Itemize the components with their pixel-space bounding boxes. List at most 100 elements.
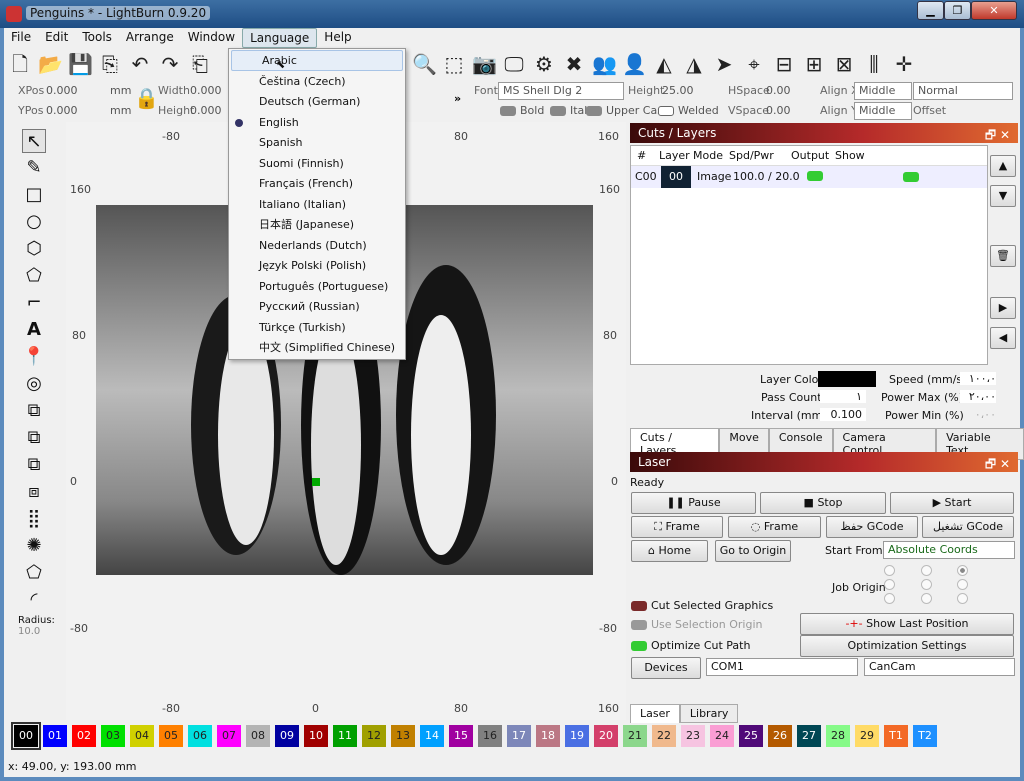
device-select[interactable]: CanCam [864, 658, 1015, 676]
new-file-icon[interactable]: 🗋 [8, 52, 32, 76]
group-icon[interactable]: 👥 [592, 52, 617, 76]
job-origin-radio[interactable] [884, 565, 895, 576]
position-tool-icon[interactable]: ⌐ [22, 291, 46, 315]
menu-item-french[interactable]: Français (French) [229, 174, 405, 195]
power-min-field[interactable]: ٠،٠٠ [960, 408, 996, 421]
arrow-left-icon[interactable]: ◀ [990, 327, 1016, 349]
user-icon[interactable]: 👤 [622, 52, 647, 76]
menu-language[interactable]: Language [242, 28, 318, 48]
palette-swatch-26[interactable]: 26 [768, 725, 792, 747]
menu-item-english[interactable]: English [229, 113, 405, 134]
text-tool-icon[interactable]: A [22, 318, 46, 342]
palette-swatch-13[interactable]: 13 [391, 725, 415, 747]
job-origin-radio[interactable] [957, 579, 969, 590]
menu-arrange[interactable]: Arrange [119, 28, 181, 48]
pause-button[interactable]: ❚❚ Pause [631, 492, 756, 514]
palette-swatch-08[interactable]: 08 [246, 725, 270, 747]
devices-button[interactable]: Devices [631, 657, 701, 679]
boolean-intersect-icon[interactable]: ⧉ [22, 453, 46, 477]
palette-swatch-05[interactable]: 05 [159, 725, 183, 747]
save-icon[interactable]: 💾 [68, 52, 93, 76]
start-from-select[interactable]: Absolute Coords [883, 541, 1015, 559]
dock-float-close-icon[interactable]: 🗗 ✕ [985, 126, 1010, 147]
dock-float-close-icon[interactable]: 🗗 ✕ [985, 455, 1010, 476]
job-origin-radio[interactable] [920, 593, 932, 604]
undo-icon[interactable]: ↶ [128, 52, 152, 76]
height-field[interactable]: 0.000 [190, 104, 222, 117]
menu-window[interactable]: Window [181, 28, 242, 48]
trash-icon[interactable]: 🗑 [990, 245, 1016, 267]
menu-tools[interactable]: Tools [75, 28, 119, 48]
menu-item-chinese[interactable]: 中文 (Simplified Chinese) [229, 338, 405, 359]
palette-swatch-22[interactable]: 22 [652, 725, 676, 747]
rectangle-tool-icon[interactable]: □ [22, 183, 46, 207]
palette-swatch-24[interactable]: 24 [710, 725, 734, 747]
pen-tool-icon[interactable]: ✎ [22, 156, 46, 180]
align-center-icon[interactable]: ⊞ [802, 52, 826, 76]
radius-tool-icon[interactable]: ◜ [22, 588, 46, 612]
palette-swatch-18[interactable]: 18 [536, 725, 560, 747]
menu-item-dutch[interactable]: Nederlands (Dutch) [229, 236, 405, 257]
menu-edit[interactable]: Edit [38, 28, 75, 48]
palette-swatch-28[interactable]: 28 [826, 725, 850, 747]
aligny-select[interactable]: Middle [854, 102, 912, 120]
stop-button[interactable]: ■ Stop [760, 492, 886, 514]
menu-item-polish[interactable]: Język Polski (Polish) [229, 256, 405, 277]
minimize-button[interactable]: ▁ [917, 1, 944, 20]
palette-swatch-20[interactable]: 20 [594, 725, 618, 747]
menu-help[interactable]: Help [317, 28, 358, 48]
menu-item-portuguese[interactable]: Português (Portuguese) [229, 277, 405, 298]
menu-item-russian[interactable]: Русский (Russian) [229, 297, 405, 318]
open-folder-icon[interactable]: 📂 [38, 52, 63, 76]
show-toggle[interactable] [903, 172, 919, 182]
location-pin-icon[interactable]: 📍 [22, 345, 46, 369]
palette-swatch-00[interactable]: 00 [11, 722, 41, 750]
job-origin-radio[interactable] [920, 565, 932, 576]
welded-toggle[interactable]: Welded [678, 104, 719, 117]
palette-swatch-11[interactable]: 11 [333, 725, 357, 747]
radius-field[interactable]: 10.0 [18, 626, 60, 637]
zoom-out-icon[interactable]: 🔍 [412, 52, 437, 76]
palette-swatch-10[interactable]: 10 [304, 725, 328, 747]
optimization-settings-button[interactable]: Optimization Settings [800, 635, 1014, 657]
move-icon[interactable]: ✛ [892, 52, 916, 76]
offset-tool-icon[interactable]: ◎ [22, 372, 46, 396]
show-last-position-button[interactable]: -+- Show Last Position [800, 613, 1014, 635]
palette-swatch-07[interactable]: 07 [217, 725, 241, 747]
palette-swatch-15[interactable]: 15 [449, 725, 473, 747]
menu-item-turkish[interactable]: Türkçe (Turkish) [229, 318, 405, 339]
cut-selected-toggle[interactable]: Cut Selected Graphics [631, 599, 773, 612]
palette-swatch-04[interactable]: 04 [130, 725, 154, 747]
palette-swatch-16[interactable]: 16 [478, 725, 502, 747]
vspace-field[interactable]: 0.00 [766, 104, 791, 117]
grid-array-icon[interactable]: ⣿ [22, 507, 46, 531]
menu-item-german[interactable]: Deutsch (German) [229, 92, 405, 113]
width-field[interactable]: 0.000 [190, 84, 222, 97]
layer-color-swatch[interactable] [818, 371, 876, 387]
palette-swatch-T2[interactable]: T2 [913, 725, 937, 747]
ellipse-tool-icon[interactable]: ○ [22, 210, 46, 234]
run-gcode-button[interactable]: تشغيل GCode [922, 516, 1014, 538]
send-icon[interactable]: ➤ [712, 52, 736, 76]
boolean-union-icon[interactable]: ⧉ [22, 399, 46, 423]
palette-swatch-27[interactable]: 27 [797, 725, 821, 747]
select-tool-icon[interactable]: ↖ [22, 129, 46, 153]
job-origin-radio-selected[interactable] [957, 565, 969, 576]
interval-field[interactable]: 0.100 [820, 408, 866, 421]
mirror-icon[interactable]: ◮ [682, 52, 706, 76]
menu-item-arabic[interactable]: Arabic ⬉ [231, 50, 403, 71]
target-icon[interactable]: ⌖ [742, 52, 766, 76]
menu-file[interactable]: File [4, 28, 38, 48]
palette-swatch-17[interactable]: 17 [507, 725, 531, 747]
pass-count-field[interactable]: ١ [820, 390, 866, 403]
maximize-button[interactable]: ❐ [944, 1, 971, 20]
port-select[interactable]: COM1 [706, 658, 858, 676]
palette-swatch-06[interactable]: 06 [188, 725, 212, 747]
palette-swatch-09[interactable]: 09 [275, 725, 299, 747]
optimize-cut-path-toggle[interactable]: Optimize Cut Path [631, 639, 750, 652]
camera-icon[interactable]: 📷 [472, 52, 497, 76]
monitor-icon[interactable]: 🖵 [502, 52, 526, 76]
xpos-field[interactable]: 0.000 [46, 84, 78, 97]
hspace-field[interactable]: 0.00 [766, 84, 791, 97]
move-down-icon[interactable]: ▼ [990, 185, 1016, 207]
